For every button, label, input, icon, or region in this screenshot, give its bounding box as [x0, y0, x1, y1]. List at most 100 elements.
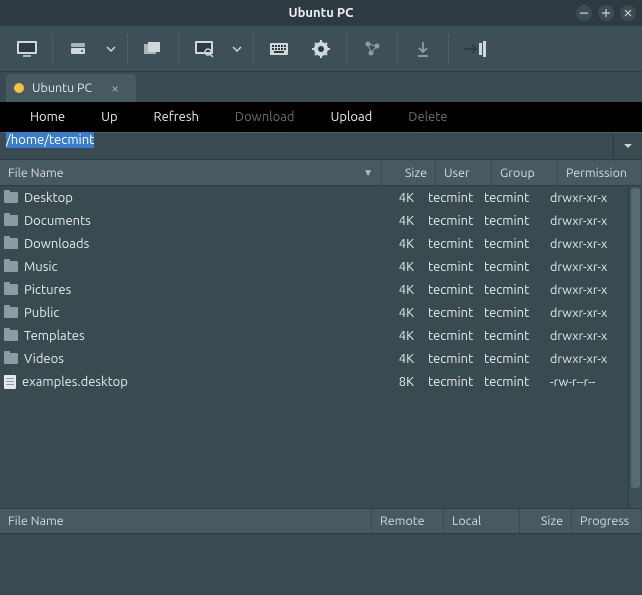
xcolumn-local[interactable]: Local [444, 509, 520, 533]
file-name-label: Downloads [24, 237, 89, 251]
file-group: tecmint [478, 329, 544, 343]
file-group: tecmint [478, 191, 544, 205]
titlebar: Ubuntu PC [0, 0, 642, 26]
folder-icon [4, 330, 18, 341]
transfer-list[interactable] [0, 534, 642, 567]
folder-icon [4, 238, 18, 249]
path-history-dropdown[interactable] [614, 133, 642, 159]
tabstrip: Ubuntu PC × [0, 72, 642, 102]
window-controls [576, 5, 636, 21]
file-row[interactable]: Public4Ktecminttecmintdrwxr-xr-x [0, 301, 642, 324]
file-name-label: Music [24, 260, 58, 274]
xcolumn-progress[interactable]: Progress [572, 509, 642, 533]
file-group: tecmint [478, 375, 544, 389]
file-size: 4K [368, 214, 422, 228]
disk-icon[interactable] [57, 31, 99, 67]
file-permission: drwxr-xr-x [544, 260, 628, 274]
column-file-name[interactable]: File Name ▼ [0, 160, 382, 185]
actionbar: Home Up Refresh Download Upload Delete [0, 102, 642, 132]
sort-indicator-icon: ▼ [363, 167, 373, 179]
file-row[interactable]: Music4Ktecminttecmintdrwxr-xr-x [0, 255, 642, 278]
file-group: tecmint [478, 352, 544, 366]
path-value: /home/tecmint [6, 132, 94, 148]
status-dot-icon [14, 83, 24, 93]
toolbar [0, 26, 642, 72]
file-size: 4K [368, 283, 422, 297]
file-row[interactable]: Templates4Ktecminttecmintdrwxr-xr-x [0, 324, 642, 347]
folder-icon [4, 284, 18, 295]
xcolumn-file-name[interactable]: File Name [0, 509, 372, 533]
minimize-button[interactable] [576, 5, 592, 21]
scrollbar-thumb[interactable] [631, 188, 640, 488]
file-user: tecmint [422, 329, 478, 343]
download-icon[interactable] [402, 31, 444, 67]
delete-button[interactable]: Delete [390, 102, 465, 132]
file-row[interactable]: Documents4Ktecminttecmintdrwxr-xr-x [0, 209, 642, 232]
disk-dropdown-icon[interactable] [99, 31, 123, 67]
file-user: tecmint [422, 375, 478, 389]
file-row[interactable]: Videos4Ktecminttecmintdrwxr-xr-x [0, 347, 642, 370]
file-permission: drwxr-xr-x [544, 306, 628, 320]
file-name-label: Templates [24, 329, 85, 343]
file-permission: drwxr-xr-x [544, 237, 628, 251]
gear-icon[interactable] [300, 31, 342, 67]
file-row[interactable]: examples.desktop8Ktecminttecmint-rw-r--r… [0, 370, 642, 393]
upload-button[interactable]: Upload [313, 102, 391, 132]
path-input[interactable]: /home/tecmint [0, 133, 613, 159]
search-icon[interactable] [183, 31, 225, 67]
file-name-label: Documents [24, 214, 91, 228]
file-size: 4K [368, 329, 422, 343]
file-user: tecmint [422, 283, 478, 297]
tab-ubuntu-pc[interactable]: Ubuntu PC × [6, 74, 136, 102]
up-button[interactable]: Up [83, 102, 135, 132]
file-list-header: File Name ▼ Size User Group Permission [0, 160, 642, 186]
network-icon[interactable] [351, 31, 393, 67]
transfer-header: File Name Remote Local Size Progress [0, 508, 642, 534]
refresh-button[interactable]: Refresh [136, 102, 217, 132]
folder-icon [4, 307, 18, 318]
file-permission: drwxr-xr-x [544, 329, 628, 343]
xcolumn-size[interactable]: Size [520, 509, 572, 533]
file-icon [4, 375, 16, 389]
search-dropdown-icon[interactable] [225, 31, 249, 67]
file-group: tecmint [478, 237, 544, 251]
folder-icon [4, 353, 18, 364]
maximize-button[interactable] [598, 5, 614, 21]
file-permission: drwxr-xr-x [544, 283, 628, 297]
xcolumn-remote[interactable]: Remote [372, 509, 444, 533]
file-size: 4K [368, 352, 422, 366]
file-size: 8K [368, 375, 422, 389]
home-button[interactable]: Home [12, 102, 83, 132]
column-user[interactable]: User [436, 160, 492, 185]
file-name-label: Pictures [24, 283, 71, 297]
file-row[interactable]: Desktop4Ktecminttecmintdrwxr-xr-x [0, 186, 642, 209]
computer-icon[interactable] [6, 31, 48, 67]
logout-icon[interactable] [453, 31, 499, 67]
column-group[interactable]: Group [492, 160, 558, 185]
scrollbar[interactable] [628, 186, 642, 508]
pathbar: /home/tecmint [0, 132, 642, 160]
file-row[interactable]: Pictures4Ktecminttecmintdrwxr-xr-x [0, 278, 642, 301]
column-size[interactable]: Size [382, 160, 436, 185]
file-row[interactable]: Downloads4Ktecminttecmintdrwxr-xr-x [0, 232, 642, 255]
file-list[interactable]: Desktop4Ktecminttecmintdrwxr-xr-xDocumen… [0, 186, 642, 508]
file-group: tecmint [478, 306, 544, 320]
file-name-label: examples.desktop [22, 375, 128, 389]
column-permission[interactable]: Permission [558, 160, 642, 185]
file-size: 4K [368, 191, 422, 205]
tab-label: Ubuntu PC [32, 81, 92, 95]
file-user: tecmint [422, 352, 478, 366]
file-permission: drwxr-xr-x [544, 352, 628, 366]
file-user: tecmint [422, 237, 478, 251]
download-button[interactable]: Download [217, 102, 313, 132]
close-button[interactable] [620, 5, 636, 21]
file-group: tecmint [478, 260, 544, 274]
file-size: 4K [368, 260, 422, 274]
file-name-label: Public [24, 306, 59, 320]
file-user: tecmint [422, 214, 478, 228]
keyboard-icon[interactable] [258, 31, 300, 67]
file-group: tecmint [478, 283, 544, 297]
windows-icon[interactable] [132, 31, 174, 67]
tab-close-icon[interactable]: × [104, 80, 126, 96]
file-permission: drwxr-xr-x [544, 214, 628, 228]
